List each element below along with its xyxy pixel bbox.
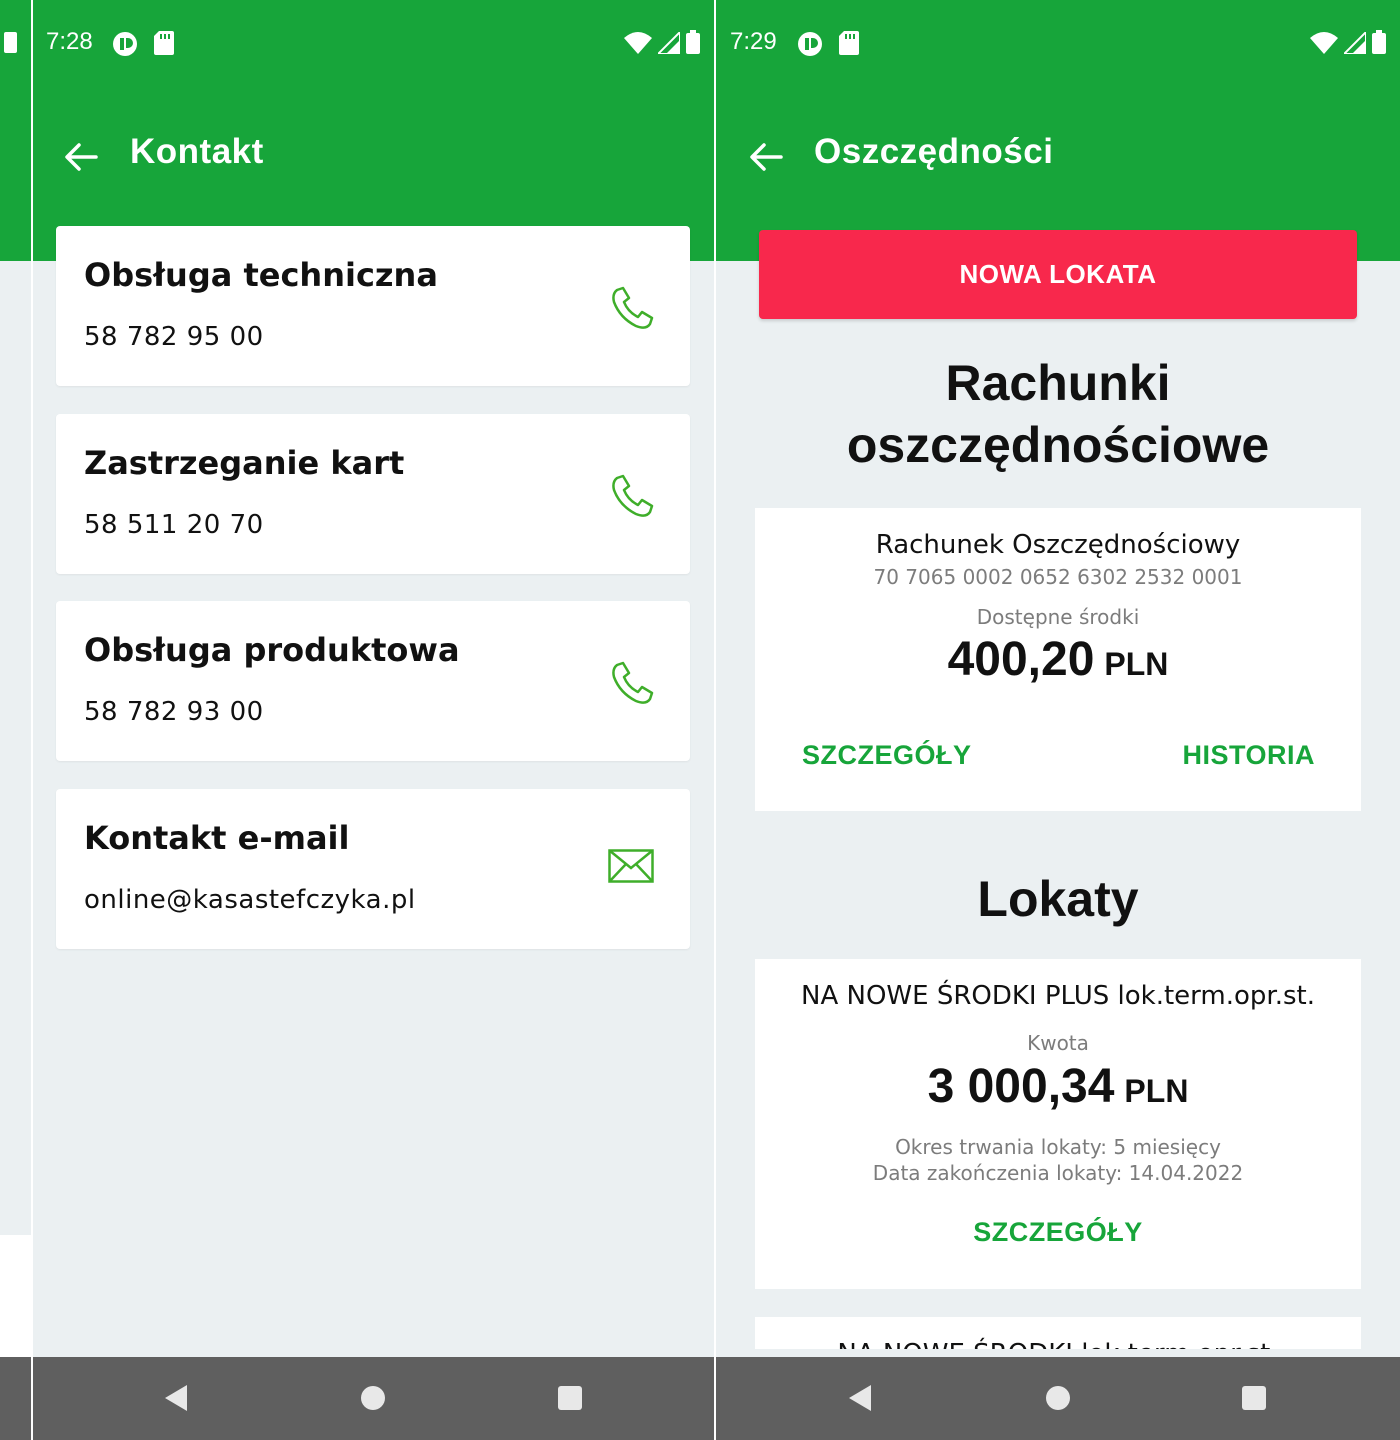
contact-title: Kontakt e-mail bbox=[84, 819, 350, 857]
contact-email: online@kasastefczyka.pl bbox=[84, 885, 416, 915]
status-time: 7:29 bbox=[730, 28, 777, 55]
account-name: Rachunek Oszczędnościowy bbox=[875, 530, 1241, 560]
account-history-link[interactable]: HISTORIA bbox=[1182, 740, 1315, 771]
deposit-details-link[interactable]: SZCZEGÓŁY bbox=[973, 1217, 1143, 1247]
recents-nav-icon[interactable] bbox=[1239, 1383, 1269, 1413]
savings-accounts-heading: Rachunki oszczędnościowe bbox=[716, 352, 1400, 476]
battery-icon bbox=[4, 32, 17, 53]
deposits-heading: Lokaty bbox=[977, 871, 1139, 927]
phone-icon[interactable] bbox=[608, 659, 656, 707]
heading-line: oszczędnościowe bbox=[846, 417, 1270, 473]
heading-line: Rachunki bbox=[945, 355, 1171, 411]
savings-account-card: Rachunek Oszczędnościowy 70 7065 0002 06… bbox=[755, 508, 1361, 811]
page-title: Oszczędności bbox=[814, 132, 1054, 171]
system-navbar bbox=[33, 1357, 714, 1440]
notification-icon bbox=[113, 32, 137, 56]
back-arrow-icon[interactable] bbox=[749, 140, 783, 174]
battery-icon bbox=[686, 30, 700, 54]
contact-card-technical[interactable]: Obsługa techniczna 58 782 95 00 bbox=[56, 226, 690, 386]
status-right-icons bbox=[1310, 30, 1386, 54]
page-title: Kontakt bbox=[130, 132, 264, 171]
signal-icon bbox=[658, 32, 680, 54]
account-number: 70 7065 0002 0652 6302 2532 0001 bbox=[873, 565, 1243, 589]
contact-card-cards[interactable]: Zastrzeganie kart 58 511 20 70 bbox=[56, 414, 690, 574]
balance-amount: 400,20 PLN bbox=[755, 632, 1361, 687]
sd-card-icon bbox=[839, 31, 859, 55]
back-nav-icon[interactable] bbox=[845, 1383, 875, 1413]
savings-screen: 7:29 Oszczędności NOWA LOKATA Rachunki o… bbox=[716, 0, 1400, 1440]
deposit-details-wrap: SZCZEGÓŁY bbox=[755, 1217, 1361, 1248]
contact-title: Obsługa techniczna bbox=[84, 256, 438, 294]
phone-icon[interactable] bbox=[608, 472, 656, 520]
sliver-panel bbox=[0, 1235, 31, 1357]
home-nav-icon[interactable] bbox=[358, 1383, 388, 1413]
currency: PLN bbox=[1124, 1073, 1189, 1109]
battery-icon bbox=[1372, 30, 1386, 54]
back-arrow-icon[interactable] bbox=[64, 140, 98, 174]
previous-screen-sliver bbox=[0, 0, 31, 1440]
deposit-name: NA NOWE ŚRODKI lok.term.opr.st. bbox=[755, 1339, 1361, 1349]
contact-card-email[interactable]: Kontakt e-mail online@kasastefczyka.pl bbox=[56, 789, 690, 949]
contact-screen: 7:28 Kontakt Obsługa techniczna 58 782 9… bbox=[33, 0, 714, 1440]
deposit-name: NA NOWE ŚRODKI PLUS lok.term.opr.st. bbox=[801, 981, 1315, 1011]
deposit-amount: 3 000,34 PLN bbox=[755, 1059, 1361, 1114]
back-nav-icon[interactable] bbox=[161, 1383, 191, 1413]
balance-label: Dostępne środki bbox=[976, 605, 1140, 629]
sd-card-icon bbox=[154, 31, 174, 55]
contact-phone: 58 782 95 00 bbox=[84, 322, 264, 352]
signal-icon bbox=[1344, 32, 1366, 54]
currency: PLN bbox=[1104, 646, 1169, 682]
deposit-card: NA NOWE ŚRODKI PLUS lok.term.opr.st. Kwo… bbox=[755, 959, 1361, 1289]
recents-nav-icon[interactable] bbox=[555, 1383, 585, 1413]
contact-card-product[interactable]: Obsługa produktowa 58 782 93 00 bbox=[56, 601, 690, 761]
wifi-icon bbox=[1310, 32, 1338, 54]
phone-icon[interactable] bbox=[608, 284, 656, 332]
deposit-card: NA NOWE ŚRODKI lok.term.opr.st. bbox=[755, 1317, 1361, 1349]
deposit-amount-label: Kwota bbox=[1027, 1031, 1089, 1055]
home-nav-icon[interactable] bbox=[1043, 1383, 1073, 1413]
contact-title: Obsługa produktowa bbox=[84, 631, 460, 669]
wifi-icon bbox=[624, 32, 652, 54]
contact-phone: 58 782 93 00 bbox=[84, 697, 264, 727]
account-details-link[interactable]: SZCZEGÓŁY bbox=[802, 740, 972, 771]
contact-phone: 58 511 20 70 bbox=[84, 510, 264, 540]
notification-icon bbox=[798, 32, 822, 56]
contact-title: Zastrzeganie kart bbox=[84, 444, 405, 482]
amount-value: 3 000,34 bbox=[927, 1060, 1115, 1113]
sliver-navbar bbox=[0, 1357, 31, 1440]
screenshot-root: 7:28 Kontakt Obsługa techniczna 58 782 9… bbox=[0, 0, 1400, 1440]
amount-value: 400,20 bbox=[947, 633, 1095, 686]
deposit-end-date: Data zakończenia lokaty: 14.04.2022 bbox=[872, 1161, 1244, 1185]
mail-icon[interactable] bbox=[608, 849, 654, 885]
system-navbar bbox=[716, 1357, 1400, 1440]
new-deposit-button[interactable]: NOWA LOKATA bbox=[759, 230, 1357, 319]
status-time: 7:28 bbox=[46, 28, 93, 55]
deposit-duration: Okres trwania lokaty: 5 miesięcy bbox=[895, 1135, 1221, 1159]
status-right-icons bbox=[624, 30, 700, 54]
